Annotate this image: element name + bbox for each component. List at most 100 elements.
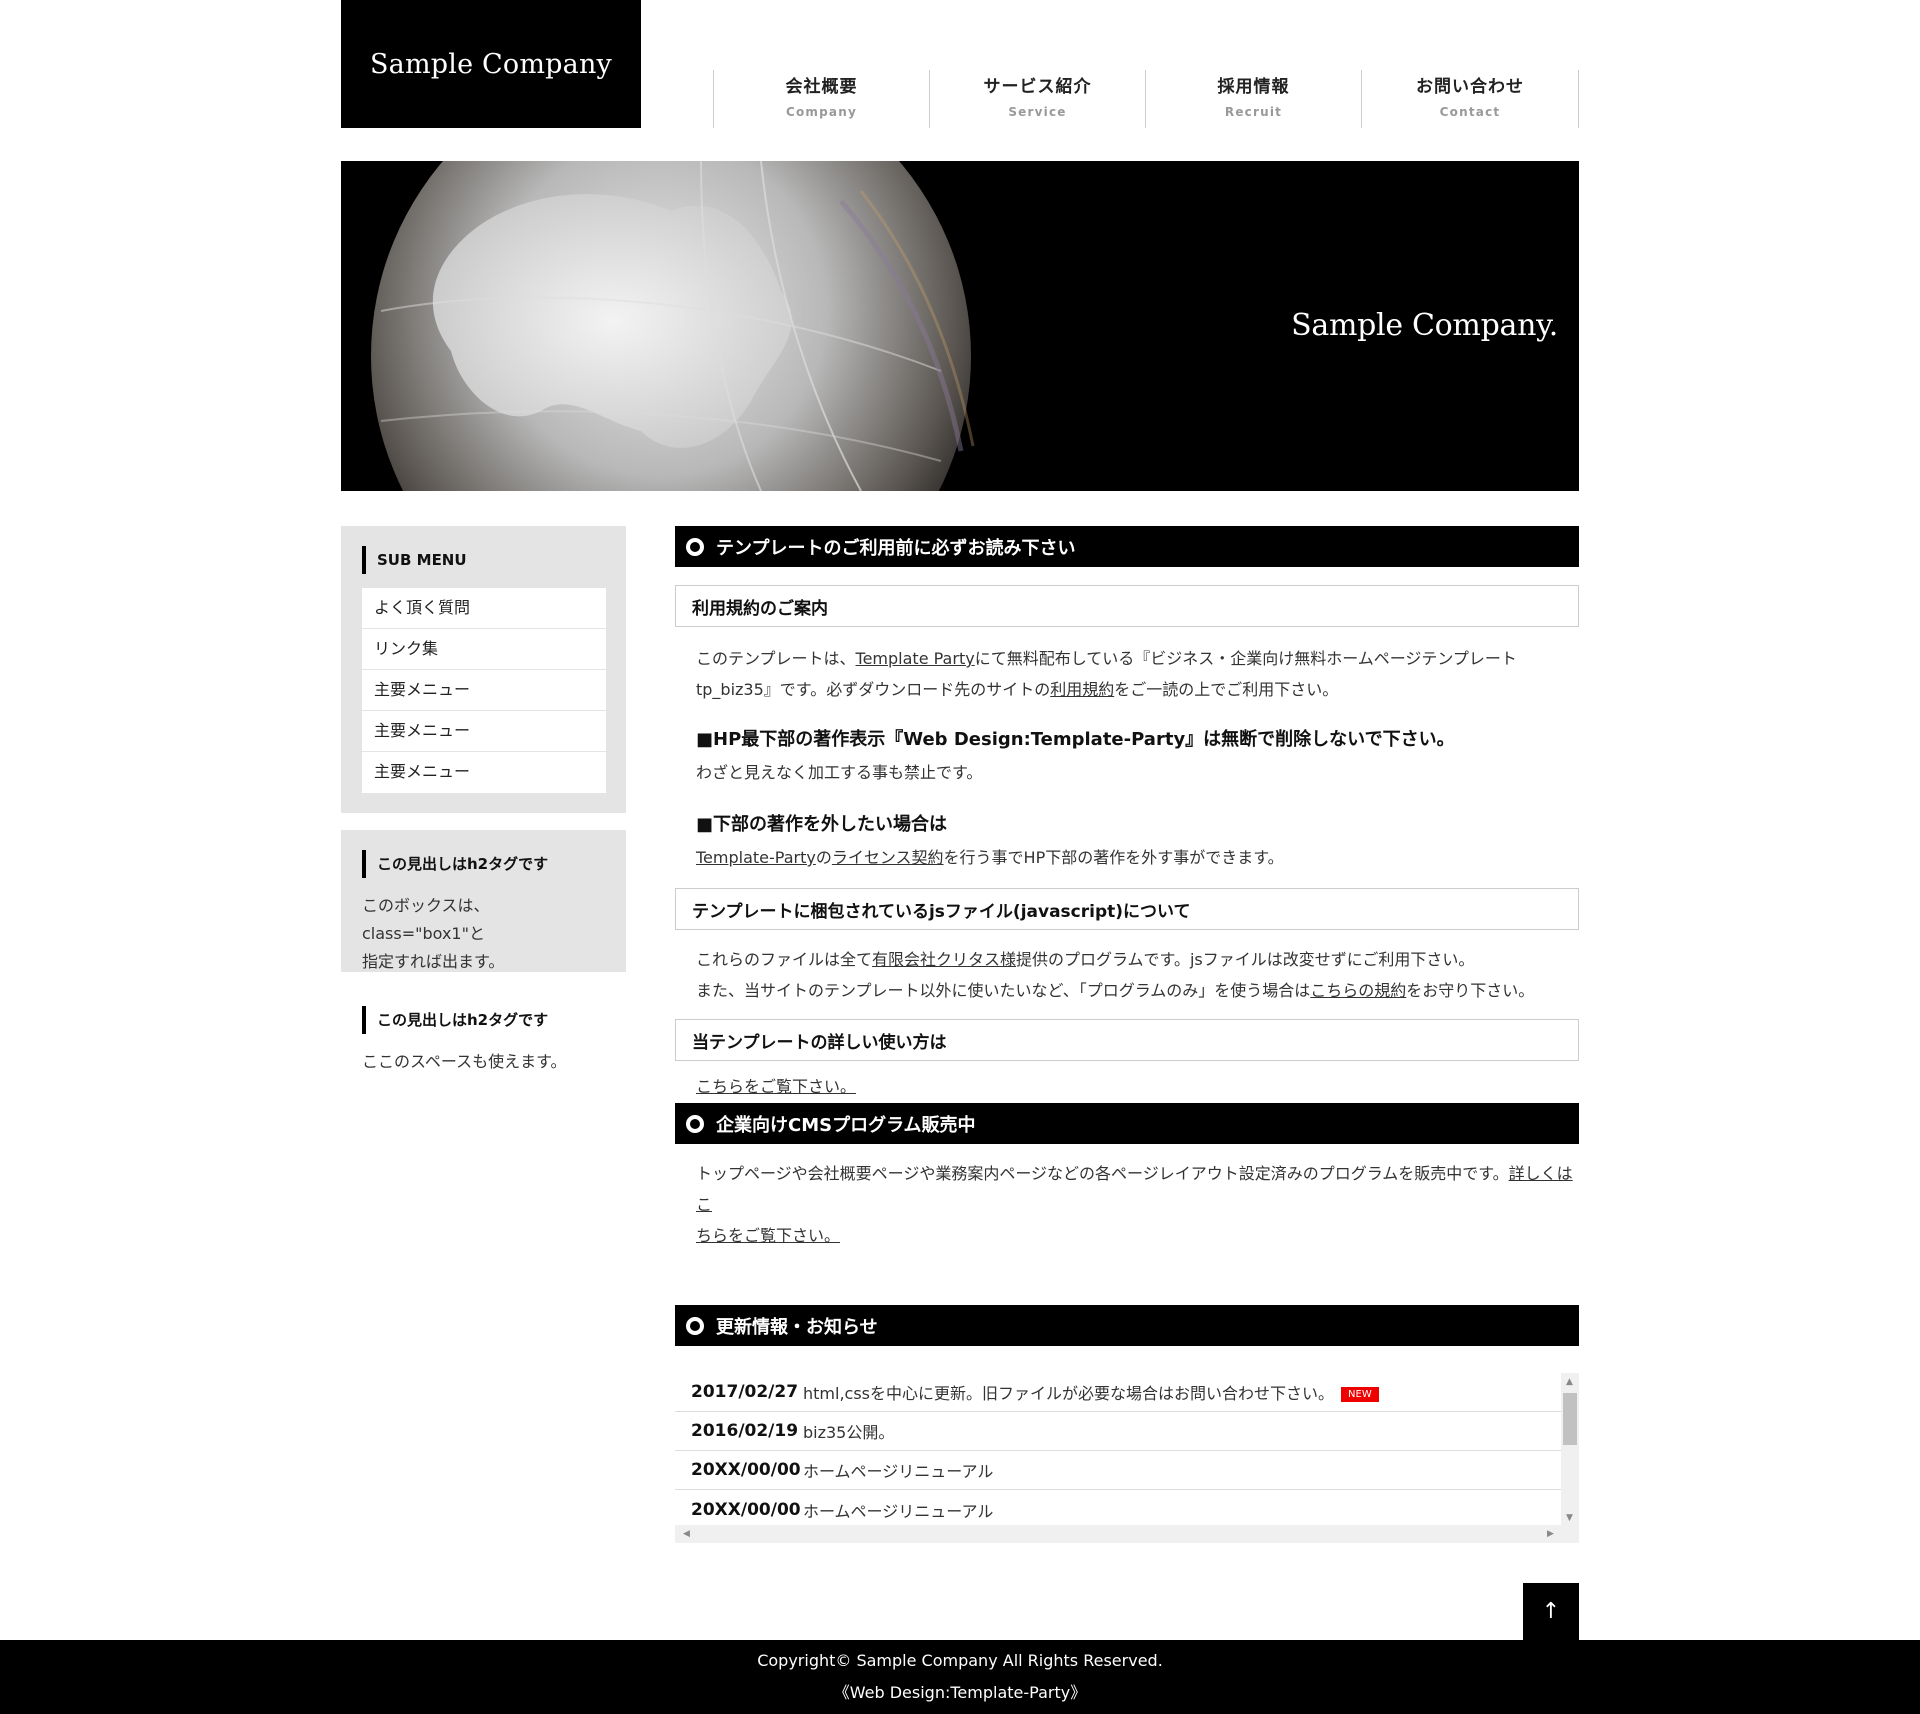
section-heading-notice: テンプレートのご利用前に必ずお読み下さい [675,526,1579,567]
usage-heading: 当テンプレートの詳しい使い方は [675,1019,1579,1061]
nav-label-jp: サービス紹介 [983,77,1092,97]
scroll-right-icon[interactable]: ▶ [1547,1529,1554,1539]
news-row: 2016/02/19 biz35公開。 [675,1412,1561,1451]
submenu-item-main-menu[interactable]: 主要メニュー [362,670,606,711]
submenu-list: よく頂く質問 リンク集 主要メニュー 主要メニュー 主要メニュー [362,588,606,793]
box1: この見出しはh2タグです このボックスは、class="box1"と指定すれば出… [341,830,626,972]
nav-label-en: Service [1008,105,1067,119]
nav-label-jp: お問い合わせ [1416,77,1524,97]
news-date: 2016/02/19 [691,1421,799,1441]
news-text: html,cssを中心に更新。旧ファイルが必要な場合はお問い合わせ下さい。 NEW [803,1380,1379,1404]
cms-link-part2[interactable]: ちらをご覧下さい。 [696,1226,840,1245]
terms-text-a: このテンプレートは、 [696,649,856,668]
usage-link[interactable]: こちらをご覧下さい。 [696,1077,856,1096]
nav-label-en: Recruit [1224,105,1283,119]
hero-banner: Sample Company. [341,161,1579,491]
page-top-button[interactable]: ↑ [1523,1583,1579,1640]
main-content: テンプレートのご利用前に必ずお読み下さい 利用規約のご案内 このテンプレートは、… [675,526,1579,1543]
submenu-item-main-menu[interactable]: 主要メニュー [362,752,606,793]
js-text-b: 提供のプログラムです。jsファイルは改変せずにご利用下さい。 [1016,950,1475,969]
nav-item-contact[interactable]: お問い合わせ Contact [1362,70,1579,128]
news-row: 20XX/00/00 ホームページリニューアル [675,1490,1561,1529]
hero-title: Sample Company. [1291,308,1558,343]
terms-text-c: tp_biz35』です。必ずダウンロード先のサイトの [696,680,1051,699]
circle-icon [686,537,704,556]
remove-copyright-text: Template-Partyのライセンス契約を行う事でHP下部の著作を外す事がで… [675,842,1579,873]
plain-heading: この見出しはh2タグです [362,1006,605,1034]
submenu-item-faq[interactable]: よく頂く質問 [362,588,606,629]
footer-credit[interactable]: 《Web Design:Template-Party》 [0,1679,1920,1703]
plain-box: この見出しはh2タグです ここのスペースも使えます。 [341,972,626,1076]
vertical-scroll-thumb[interactable] [1563,1393,1577,1445]
news-row: 2017/02/27 html,cssを中心に更新。旧ファイルが必要な場合はお問… [675,1373,1561,1412]
news-list[interactable]: 2017/02/27 html,cssを中心に更新。旧ファイルが必要な場合はお問… [675,1371,1579,1543]
js-text-c: また、当サイトのテンプレート以外に使いたいなど、「プログラムのみ」を使う場合は [696,981,1311,1000]
js-heading: テンプレートに梱包されているjsファイル(javascript)について [675,888,1579,930]
terms-text-b: にて無料配布している『ビジネス・企業向け無料ホームページテンプレート [974,649,1517,668]
scroll-down-icon[interactable]: ▼ [1566,1513,1573,1523]
terms-link[interactable]: 利用規約 [1050,680,1114,699]
submenu-box: SUB MENU よく頂く質問 リンク集 主要メニュー 主要メニュー 主要メニュ… [341,526,626,813]
js-text: これらのファイルは全て有限会社クリタス様提供のプログラムです。jsファイルは改変… [675,944,1579,1006]
news-row: 20XX/00/00 ホームページリニューアル [675,1451,1561,1490]
news-text: biz35公開。 [803,1423,895,1442]
section-heading-text: テンプレートのご利用前に必ずお読み下さい [716,537,1076,559]
program-terms-link[interactable]: こちらの規約 [1310,981,1406,1000]
arrow-up-icon: ↑ [1541,1599,1561,1624]
section-heading-text: 企業向けCMSプログラム販売中 [716,1114,976,1136]
nav-item-company[interactable]: 会社概要 Company [714,70,930,128]
cms-text: トップページや会社概要ページや業務案内ページなどの各ページレイアウト設定済みのプ… [675,1158,1579,1251]
global-nav: 会社概要 Company サービス紹介 Service 採用情報 Recruit… [713,70,1579,128]
box1-text-line2: 指定すれば出ます。 [362,952,505,971]
news-text: ホームページリニューアル [803,1501,994,1521]
news-date: 20XX/00/00 [691,1499,801,1520]
section-heading-cms: 企業向けCMSプログラム販売中 [675,1103,1579,1144]
scroll-left-icon[interactable]: ◀ [683,1529,690,1539]
footer-copyright: Copyright© Sample Company All Rights Res… [757,1651,1163,1670]
news-date: 2017/02/27 [691,1382,799,1402]
box1-text: このボックスは、class="box1"と指定すれば出ます。 [362,892,605,976]
template-party-link[interactable]: Template Party [856,649,975,668]
plain-text: ここのスペースも使えます。 [362,1052,567,1071]
new-badge: NEW [1341,1387,1379,1402]
nav-item-recruit[interactable]: 採用情報 Recruit [1146,70,1362,128]
logo-text: Sample Company [369,48,613,80]
copyright-notice-heading: ■HP最下部の著作表示『Web Design:Template-Party』は無… [696,729,1455,750]
nav-label-en: Company [785,105,857,119]
submenu-item-links[interactable]: リンク集 [362,629,606,670]
news-date: 20XX/00/00 [691,1460,801,1480]
box1-text-line1: このボックスは、class="box1"と [362,896,490,943]
template-party-link[interactable]: Template-Party [696,848,816,867]
crytus-link[interactable]: 有限会社クリタス様 [872,950,1016,969]
circle-icon [686,1316,704,1335]
terms-text-d: をご一読の上でご利用下さい。 [1114,680,1339,699]
nav-label-jp: 会社概要 [785,77,858,97]
nav-item-service[interactable]: サービス紹介 Service [930,70,1146,128]
remove-copyright-heading: ■下部の著作を外したい場合は [696,814,948,835]
site-logo[interactable]: Sample Company [341,0,641,128]
footer: Copyright© Sample Company All Rights Res… [0,1640,1920,1714]
license-link[interactable]: ライセンス契約 [832,848,944,867]
box1-heading: この見出しはh2タグです [362,850,605,878]
nav-label-jp: 採用情報 [1217,77,1290,97]
scroll-up-icon[interactable]: ▲ [1566,1377,1573,1387]
news-text: ホームページリニューアル [803,1462,994,1481]
cms-text-a: トップページや会社概要ページや業務案内ページなどの各ページレイアウト設定済みのプ… [696,1164,1509,1183]
remove-copyright-text-mid: の [815,848,832,867]
submenu-title: SUB MENU [362,546,606,574]
news-text-content: html,cssを中心に更新。旧ファイルが必要な場合はお問い合わせ下さい。 [803,1384,1335,1403]
nav-label-en: Contact [1439,105,1501,119]
circle-icon [686,1114,704,1133]
usage-text: こちらをご覧下さい。 [675,1078,1579,1096]
section-heading-news: 更新情報・お知らせ [675,1305,1579,1346]
terms-heading: 利用規約のご案内 [675,585,1579,627]
horizontal-scrollbar[interactable]: ◀ ▶ [675,1525,1579,1543]
copyright-notice-text: わざと見えなく加工する事も禁止です。 [696,763,983,782]
submenu-item-main-menu[interactable]: 主要メニュー [362,711,606,752]
remove-copyright-text-end: を行う事でHP下部の著作を外す事ができます。 [943,848,1284,867]
js-text-a: これらのファイルは全て [696,950,873,969]
sidebar: SUB MENU よく頂く質問 リンク集 主要メニュー 主要メニュー 主要メニュ… [341,526,626,1076]
section-heading-text: 更新情報・お知らせ [716,1316,878,1338]
js-text-d: をお守り下さい。 [1406,981,1535,1000]
terms-text: このテンプレートは、Template Partyにて無料配布している『ビジネス・… [675,643,1579,705]
